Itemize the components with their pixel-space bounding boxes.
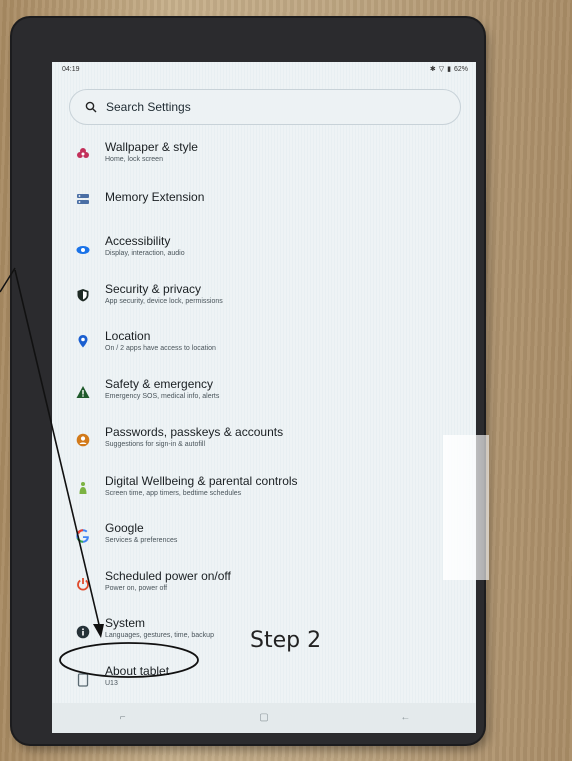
annotation-arrow-start <box>0 267 16 293</box>
arrowhead-icon <box>93 624 104 638</box>
step-label: Step 2 <box>250 628 322 653</box>
annotation-arrow <box>14 269 102 634</box>
highlight-ellipse <box>59 642 199 678</box>
